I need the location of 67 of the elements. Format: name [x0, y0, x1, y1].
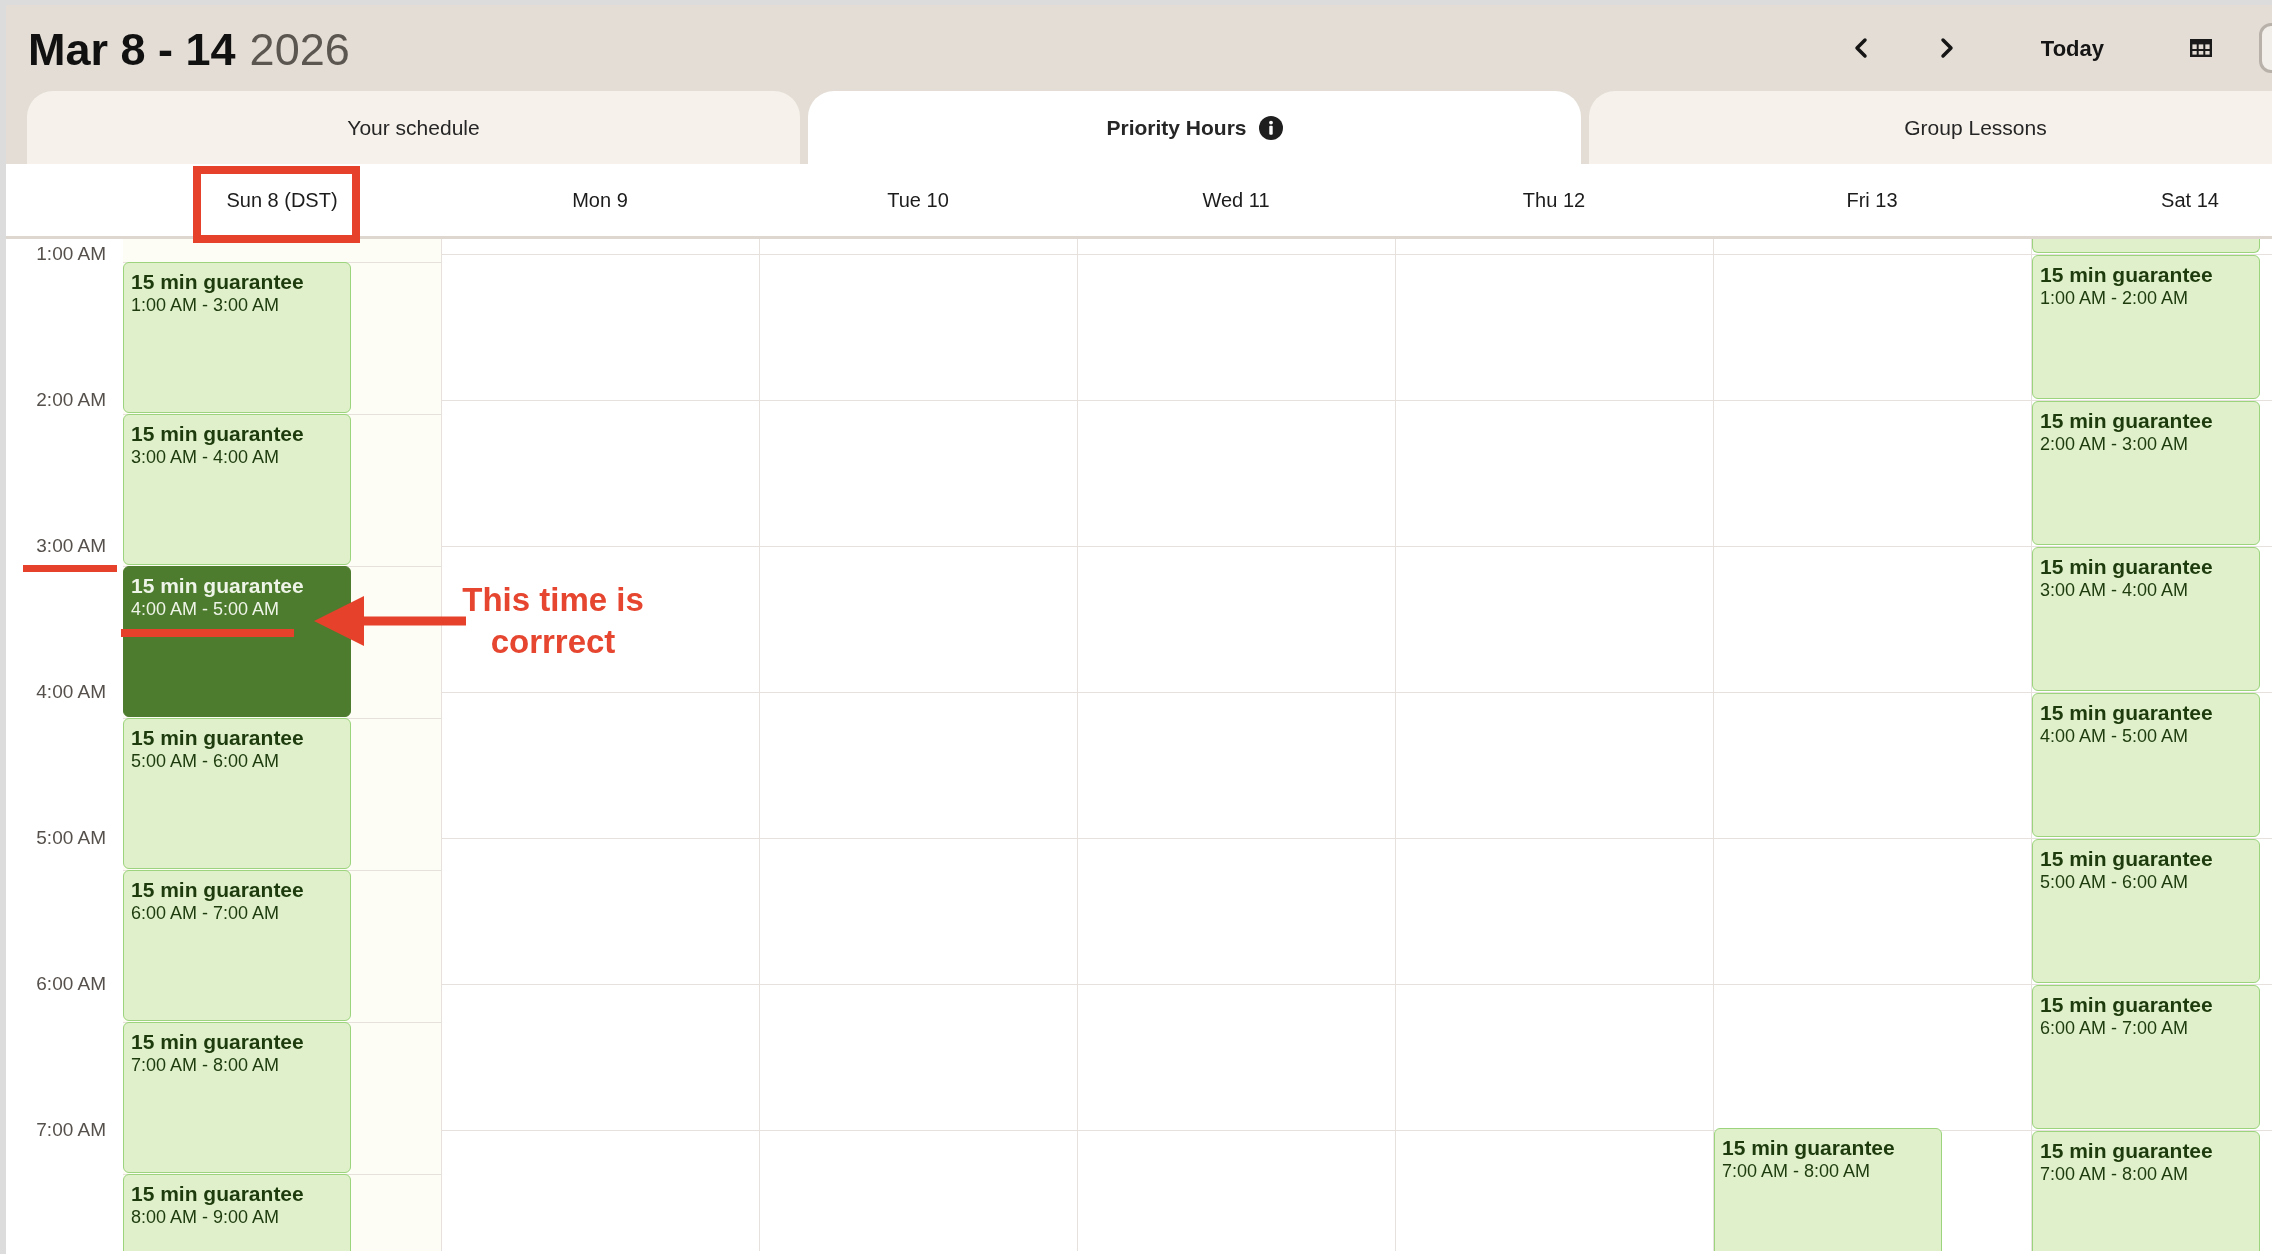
event-title: 15 min guarantee	[2040, 1138, 2213, 1163]
event-time: 7:00 AM - 8:00 AM	[131, 1054, 280, 1076]
event-card[interactable]: 15 min guarantee 2:00 AM - 3:00 AM	[2032, 401, 2260, 545]
event-card[interactable]: 15 min guarantee 5:00 AM - 6:00 AM	[2032, 839, 2260, 983]
event-time: 5:00 AM - 6:00 AM	[131, 750, 280, 772]
date-range: Mar 8 - 14	[28, 23, 236, 76]
time-label: 6:00 AM	[36, 973, 106, 995]
event-time: 6:00 AM - 7:00 AM	[131, 902, 280, 924]
day-label: Sun 8 (DST)	[226, 188, 338, 213]
event-card[interactable]: 15 min guarantee 7:00 AM - 8:00 AM	[123, 1022, 351, 1173]
event-title: 15 min guarantee	[131, 1181, 304, 1206]
event-title: 15 min guarantee	[2040, 846, 2213, 871]
event-time: 7:00 AM - 8:00 AM	[2040, 1163, 2189, 1185]
event-time: 1:00 AM - 3:00 AM	[131, 294, 280, 316]
day-label: Thu 12	[1522, 188, 1586, 213]
time-label: 1:00 AM	[36, 243, 106, 265]
event-title: 15 min guarantee	[131, 1029, 304, 1054]
annotation-text: This time is corrrect	[461, 580, 645, 662]
event-title: 15 min guarantee	[131, 877, 304, 902]
time-label: 3:00 AM	[36, 535, 106, 557]
event-card[interactable]: 15 min guarantee 3:00 AM - 4:00 AM	[2032, 547, 2260, 691]
event-title: 15 min guarantee	[131, 573, 304, 598]
day-label: Fri 13	[1846, 188, 1898, 213]
event-title: 15 min guarantee	[131, 725, 304, 750]
event-card[interactable]: 15 min guarantee 4:00 AM - 5:00 AM	[123, 566, 351, 717]
event-title: 15 min guarantee	[2040, 700, 2213, 725]
event-title: 15 min guarantee	[131, 269, 304, 294]
year-label: 2026	[249, 23, 350, 76]
event-time: 4:00 AM - 5:00 AM	[2040, 725, 2189, 747]
day-label: Tue 10	[887, 188, 949, 213]
time-label: 7:00 AM	[36, 1119, 106, 1141]
event-time: 3:00 AM - 4:00 AM	[2040, 579, 2189, 601]
event-card[interactable]: 15 min guarantee 3:00 AM - 4:00 AM	[123, 414, 351, 565]
table-icon	[2190, 39, 2212, 57]
event-time: 6:00 AM - 7:00 AM	[2040, 1017, 2189, 1039]
time-label: 4:00 AM	[36, 681, 106, 703]
event-card[interactable]: 15 min guarantee 7:00 AM - 8:00 AM	[2032, 1131, 2260, 1251]
event-title: 15 min guarantee	[131, 421, 304, 446]
tab[interactable]: Your schedule	[27, 91, 800, 164]
tab[interactable]: Group Lessons	[1589, 91, 2272, 164]
today-button[interactable]: Today	[2022, 24, 2122, 72]
time-label: 5:00 AM	[36, 827, 106, 849]
event-time: 5:00 AM - 6:00 AM	[2040, 871, 2189, 893]
event-card[interactable]: 15 min guarantee 4:00 AM - 5:00 AM	[2032, 693, 2260, 837]
event-card[interactable]: 15 min guarantee 6:00 AM - 7:00 AM	[123, 870, 351, 1021]
event-title: 15 min guarantee	[2040, 992, 2213, 1017]
time-label: 2:00 AM	[36, 389, 106, 411]
event-card[interactable]: 15 min guarantee 5:00 AM - 6:00 AM	[123, 718, 351, 869]
event-time: 1:00 AM - 2:00 AM	[2040, 287, 2189, 309]
event-time: 3:00 AM - 4:00 AM	[131, 446, 280, 468]
event-card[interactable]: 15 min guarantee 1:00 AM - 2:00 AM	[2032, 255, 2260, 399]
event-card[interactable]: 15 min guarantee 8:00 AM - 9:00 AM	[123, 1174, 351, 1251]
event-time: 7:00 AM - 8:00 AM	[1722, 1160, 1871, 1182]
event-time: 2:00 AM - 3:00 AM	[2040, 433, 2189, 455]
event-title: 15 min guarantee	[2040, 408, 2213, 433]
day-label: Mon 9	[572, 188, 628, 213]
tab[interactable]: Priority Hours	[808, 91, 1581, 164]
event-title: 15 min guarantee	[1722, 1135, 1895, 1160]
event-card[interactable]: 15 min guarantee 1:00 AM - 3:00 AM	[123, 262, 351, 413]
event-title: 15 min guarantee	[2040, 262, 2213, 287]
event-time: 8:00 AM - 9:00 AM	[131, 1206, 280, 1228]
day-label: Sat 14	[2161, 188, 2219, 213]
event-card[interactable]: 15 min guarantee 6:00 AM - 7:00 AM	[2032, 985, 2260, 1129]
event-title: 15 min guarantee	[2040, 554, 2213, 579]
event-card[interactable]: 15 min guarantee 7:00 AM - 8:00 AM	[1714, 1128, 1942, 1251]
event-time: 4:00 AM - 5:00 AM	[131, 598, 280, 620]
day-label: Wed 11	[1202, 188, 1270, 213]
